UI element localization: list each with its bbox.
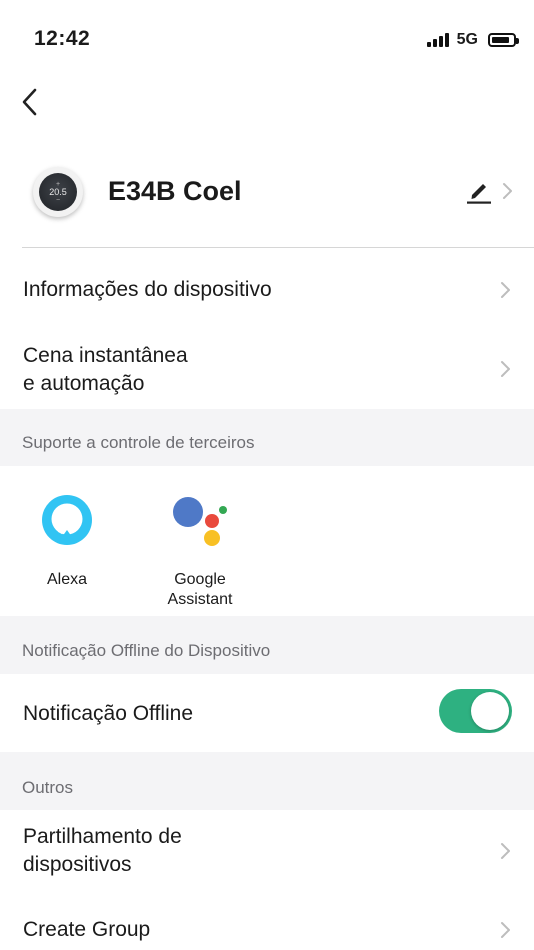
device-sharing-row[interactable]: Partilhamento de dispositivos	[0, 810, 534, 894]
chevron-right-icon	[501, 922, 510, 938]
header-divider	[22, 247, 534, 248]
chevron-right-icon	[503, 183, 512, 199]
signal-icon	[426, 33, 449, 47]
toggle-knob	[471, 692, 509, 730]
google-assistant-label-line1: Google	[174, 571, 226, 588]
scene-label-line2: e automação	[23, 372, 145, 395]
alexa-label: Alexa	[46, 571, 88, 588]
third-party-section-header: Suporte a controle de terceiros	[0, 409, 534, 466]
device-info-label: Informações do dispositivo	[23, 278, 272, 301]
chevron-right-icon	[501, 361, 510, 377]
device-sharing-label-line2: dispositivos	[23, 853, 132, 876]
scene-label-line1: Cena instantânea	[23, 344, 188, 367]
device-header[interactable]: + 20.5 − E34B Coel	[0, 150, 534, 234]
third-party-list: Alexa Google Assistant	[0, 466, 534, 616]
alexa-icon	[42, 495, 92, 545]
create-group-label: Create Group	[23, 918, 151, 941]
google-assistant-item[interactable]: Google Assistant	[140, 466, 260, 616]
pencil-icon	[467, 184, 491, 204]
device-thumbnail: + 20.5 −	[33, 167, 83, 217]
others-section-header: Outros	[0, 752, 534, 810]
google-assistant-icon	[173, 497, 227, 546]
network-label: 5G	[456, 31, 478, 48]
create-group-row[interactable]: Create Group	[0, 896, 534, 950]
section-title: Notificação Offline do Dispositivo	[22, 641, 271, 660]
offline-section-header: Notificação Offline do Dispositivo	[0, 616, 534, 674]
scene-automation-row[interactable]: Cena instantânea e automação	[0, 328, 534, 408]
edit-name-button[interactable]	[464, 176, 494, 206]
status-indicators: 5G	[426, 30, 519, 50]
thumbnail-reading: 20.5	[49, 186, 67, 197]
chevron-left-icon	[22, 88, 37, 116]
back-button[interactable]	[10, 82, 50, 122]
offline-notification-label: Notificação Offline	[23, 702, 194, 725]
offline-notification-row: Notificação Offline	[0, 674, 534, 752]
offline-notification-toggle[interactable]	[439, 689, 512, 733]
thermostat-icon: + 20.5 −	[39, 173, 77, 211]
battery-icon	[488, 33, 519, 47]
section-title: Suporte a controle de terceiros	[22, 433, 255, 452]
status-time: 12:42	[34, 27, 91, 50]
chevron-right-icon	[501, 282, 510, 298]
device-sharing-label-line1: Partilhamento de	[23, 825, 182, 848]
google-assistant-label-line2: Assistant	[167, 591, 233, 608]
chevron-right-icon	[501, 843, 510, 859]
alexa-item[interactable]: Alexa	[7, 466, 127, 616]
device-info-row[interactable]: Informações do dispositivo	[0, 256, 534, 324]
device-name: E34B Coel	[108, 176, 242, 206]
status-bar: 12:42 5G	[0, 0, 534, 70]
section-title: Outros	[22, 778, 74, 797]
